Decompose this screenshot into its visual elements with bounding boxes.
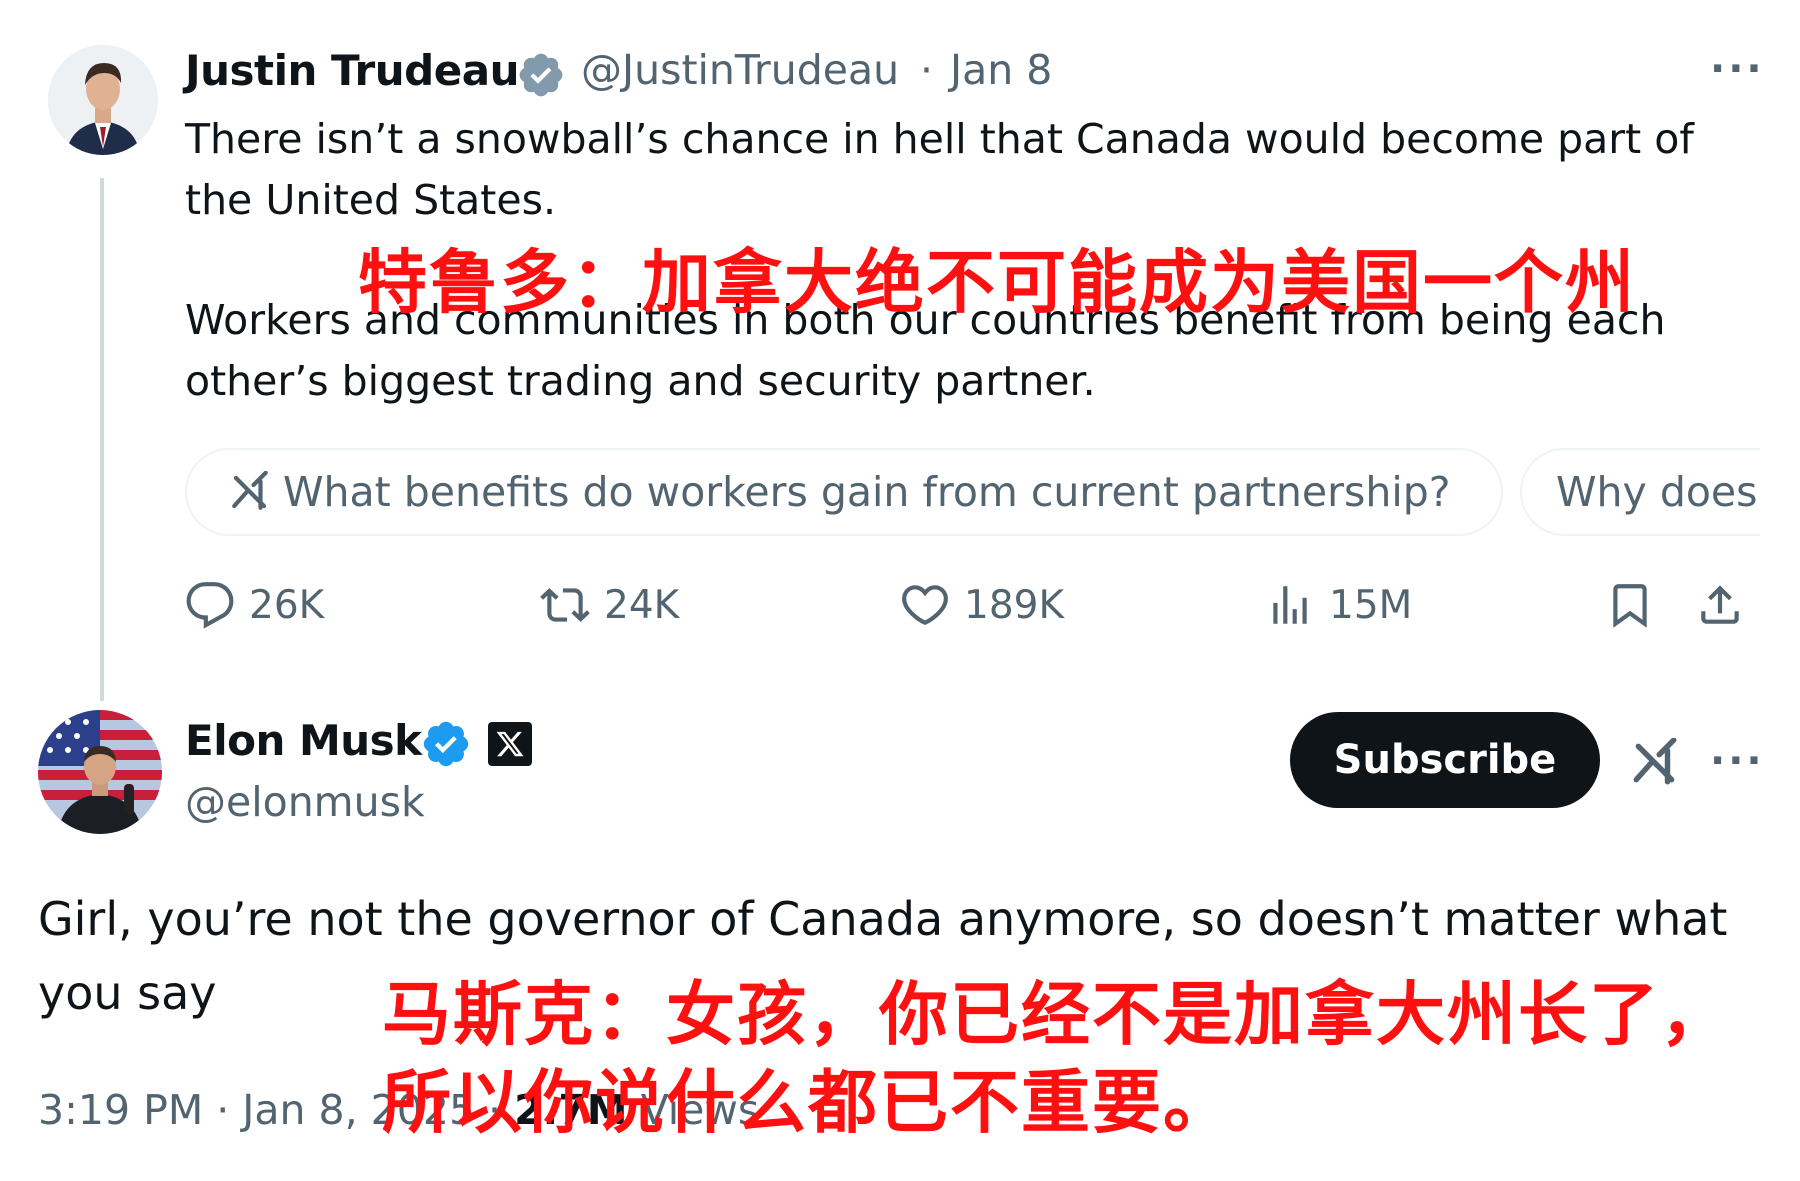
reply-icon (186, 582, 234, 629)
views-button[interactable]: 15M (1265, 580, 1412, 630)
grok-prompt-chip[interactable]: What benefits do workers gain from curre… (185, 448, 1503, 536)
verified-badge-icon (420, 718, 472, 770)
tweet-date[interactable]: Jan 8 (950, 46, 1052, 94)
musk-avatar[interactable] (38, 710, 162, 834)
thread-connector-line (100, 178, 104, 701)
subscribe-button[interactable]: Subscribe (1290, 712, 1600, 808)
repost-icon (540, 588, 590, 622)
repost-count: 24K (604, 582, 680, 628)
musk-caption-overlay-line-1: 马斯克：女孩，你已经不是加拿大州长了， (382, 975, 1731, 1055)
more-icon[interactable]: ··· (1710, 46, 1765, 92)
repost-button[interactable]: 24K (540, 580, 679, 630)
reply-text-line-1: Girl, you’re not the governor of Canada … (38, 892, 1728, 946)
bookmark-icon (1613, 584, 1647, 628)
tweet-text-line-1: There isn’t a snowball’s chance in hell … (185, 115, 1694, 163)
reply-button[interactable]: 26K (185, 580, 324, 630)
more-icon[interactable]: ··· (1710, 738, 1765, 784)
like-count: 189K (964, 582, 1065, 628)
reply-author-name[interactable]: Elon Musk (185, 716, 422, 765)
like-button[interactable]: 189K (900, 580, 1064, 630)
x-logo-icon[interactable] (488, 722, 532, 766)
tweet-text-line-4: other’s biggest trading and security par… (185, 357, 1096, 405)
author-handle[interactable]: @JustinTrudeau (581, 46, 899, 94)
grok-prompt-chip-2[interactable]: Why does (1520, 448, 1760, 536)
grok-icon (229, 471, 271, 513)
author-name[interactable]: Justin Trudeau (185, 46, 519, 95)
reply-author-handle[interactable]: @elonmusk (185, 778, 425, 826)
share-button[interactable] (1695, 580, 1759, 630)
musk-caption-overlay-line-2: 所以你说什么都已不重要。 (382, 1063, 1234, 1143)
bookmark-button[interactable] (1605, 580, 1669, 630)
view-count: 15M (1329, 582, 1413, 628)
grok-icon[interactable] (1630, 737, 1680, 792)
views-icon (1273, 586, 1307, 624)
trudeau-caption-overlay: 特鲁多：加拿大绝不可能成为美国一个州 (358, 243, 1636, 323)
trudeau-avatar[interactable] (48, 45, 158, 155)
like-icon (902, 585, 948, 625)
reply-count: 26K (249, 582, 325, 628)
verified-badge-icon (516, 50, 566, 100)
grok-prompt-label: What benefits do workers gain from curre… (283, 468, 1451, 516)
tweet-action-bar: 26K 24K 189K 15M (185, 580, 1755, 640)
tweet-text-line-2: the United States. (185, 176, 556, 224)
grok-prompt-label-2: Why does (1556, 468, 1758, 516)
share-icon (1701, 585, 1739, 624)
reply-text-line-2: you say (38, 966, 217, 1020)
separator-dot: · (920, 46, 934, 94)
